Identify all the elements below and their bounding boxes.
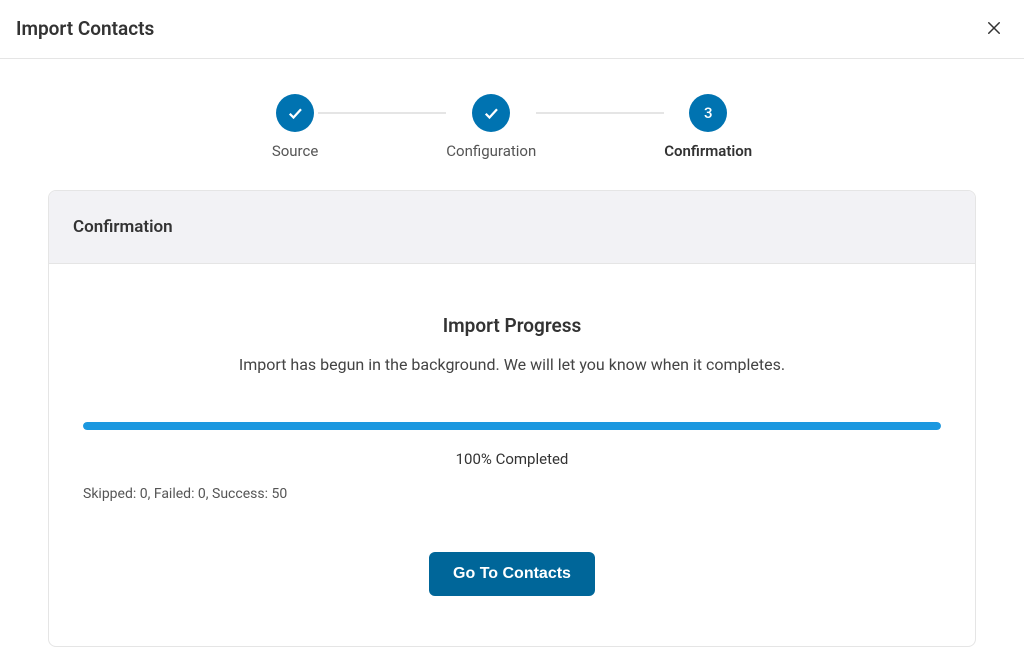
progress-stats: Skipped: 0, Failed: 0, Success: 50: [83, 486, 941, 502]
close-icon: [985, 19, 1003, 37]
check-icon: [286, 104, 304, 122]
progress-title: Import Progress: [83, 314, 941, 337]
confirmation-card: Confirmation Import Progress Import has …: [48, 190, 976, 647]
step-label: Confirmation: [664, 142, 752, 160]
step-connector: [536, 112, 664, 114]
card-body: Import Progress Import has begun in the …: [49, 264, 975, 646]
close-button[interactable]: [982, 16, 1006, 40]
go-to-contacts-button[interactable]: Go To Contacts: [429, 552, 595, 596]
step-circle-done: [276, 94, 314, 132]
progress-bar: [83, 422, 941, 430]
check-icon: [482, 104, 500, 122]
step-label: Source: [272, 142, 318, 160]
step-source: Source: [272, 94, 318, 160]
step-label: Configuration: [446, 142, 536, 160]
modal-title: Import Contacts: [16, 17, 154, 40]
step-confirmation: 3 Confirmation: [664, 94, 752, 160]
progress-subtitle: Import has begun in the background. We w…: [83, 355, 941, 374]
modal-header: Import Contacts: [0, 0, 1024, 59]
progress-percent-label: 100% Completed: [83, 450, 941, 468]
progress-fill: [83, 422, 941, 430]
step-connector: [318, 112, 446, 114]
step-circle-done: [472, 94, 510, 132]
step-configuration: Configuration: [446, 94, 536, 160]
step-circle-active: 3: [689, 94, 727, 132]
card-header: Confirmation: [49, 191, 975, 264]
stepper: Source Configuration 3 Confirmation: [0, 94, 1024, 160]
